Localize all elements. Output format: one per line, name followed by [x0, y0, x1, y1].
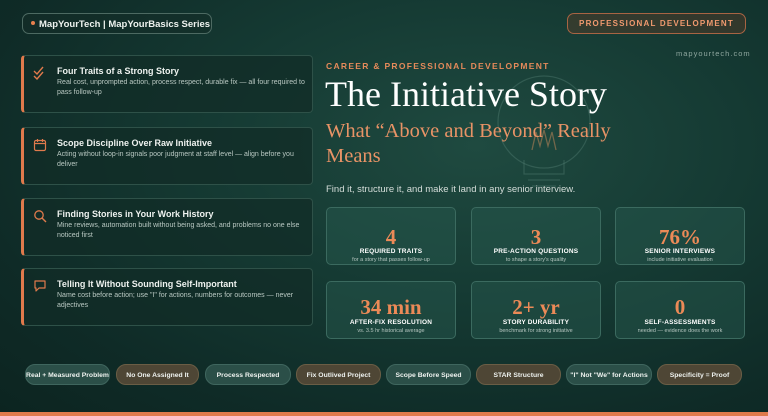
- card-desc: Acting without loop-in signals poor judg…: [57, 151, 294, 168]
- card-four-traits: Four Traits of a Strong Story Real cost,…: [21, 55, 313, 113]
- site-url: mapyourtech.com: [676, 49, 751, 58]
- stat-label: SELF-ASSESSMENTS: [644, 319, 716, 326]
- tag-scope-before-speed: Scope Before Speed: [386, 364, 471, 385]
- stat-label: STORY DURABILITY: [502, 319, 570, 326]
- page-subtitle: What “Above and Beyond” Really Means: [326, 120, 611, 167]
- chat-bubble-icon: [34, 280, 46, 292]
- series-label: MapYourTech | MapYourBasics Series: [39, 19, 211, 30]
- card-scope-discipline: Scope Discipline Over Raw Initiative Act…: [21, 127, 313, 185]
- stat-subtext: vs. 3.5 hr historical average: [357, 328, 425, 334]
- search-icon: [34, 210, 47, 223]
- tag-i-not-we: "I" Not "We" for Actions: [566, 364, 652, 385]
- stat-value: 76%: [659, 225, 701, 249]
- stat-label: REQUIRED TRAITS: [359, 248, 423, 255]
- bottom-accent-bar: [0, 412, 768, 416]
- card-desc: Name cost before action; use "I" for act…: [57, 292, 294, 309]
- stat-subtext: include initiative evaluation: [647, 257, 713, 263]
- card-title: Telling It Without Sounding Self-Importa…: [57, 279, 237, 289]
- stat-label: AFTER-FIX RESOLUTION: [349, 319, 433, 326]
- stat-story-durability: 2+ yr STORY DURABILITY benchmark for str…: [471, 281, 601, 339]
- double-check-icon: [33, 66, 44, 80]
- tag-real-measured-problem: Real + Measured Problem: [25, 364, 110, 385]
- card-title: Four Traits of a Strong Story: [57, 66, 180, 76]
- stat-subtext: for a story that passes follow-up: [352, 257, 430, 263]
- tag-star-structure: STAR Structure: [476, 364, 561, 385]
- calendar-icon: [33, 139, 47, 152]
- stat-label: PRE-ACTION QUESTIONS: [493, 248, 579, 255]
- tag-fix-outlived-project: Fix Outlived Project: [296, 364, 381, 385]
- tag-process-respected: Process Respected: [205, 364, 291, 385]
- stat-after-fix-resolution: 34 min AFTER-FIX RESOLUTION vs. 3.5 hr h…: [326, 281, 456, 339]
- stat-required-traits: 4 REQUIRED TRAITS for a story that passe…: [326, 207, 456, 265]
- card-desc: Mine reviews, automation built without b…: [57, 222, 300, 239]
- stat-value: 0: [674, 295, 686, 319]
- card-title: Finding Stories in Your Work History: [57, 209, 214, 219]
- tag-no-one-assigned: No One Assigned It: [116, 364, 199, 385]
- bullet-dot-icon: [31, 21, 35, 26]
- tag-specificity-proof: Specificity = Proof: [657, 364, 742, 385]
- stat-senior-interviews: 76% SENIOR INTERVIEWS include initiative…: [615, 207, 745, 265]
- card-telling-it: Telling It Without Sounding Self-Importa…: [21, 268, 313, 326]
- stat-subtext: benchmark for strong initiative: [499, 328, 573, 334]
- stat-value: 4: [385, 225, 397, 249]
- stat-subtext: to shape a story's quality: [505, 257, 567, 263]
- stat-label: SENIOR INTERVIEWS: [644, 248, 716, 255]
- stat-subtext: needed — evidence does the work: [637, 328, 723, 334]
- tagline: Find it, structure it, and make it land …: [326, 184, 576, 195]
- stat-value: 2+ yr: [512, 295, 560, 319]
- series-pill: MapYourTech | MapYourBasics Series: [22, 13, 212, 34]
- eyebrow-label: CAREER & PROFESSIONAL DEVELOPMENT: [326, 61, 550, 71]
- category-badge: PROFESSIONAL DEVELOPMENT: [567, 13, 746, 34]
- page-title: The Initiative Story: [325, 74, 607, 114]
- card-title: Scope Discipline Over Raw Initiative: [57, 138, 213, 148]
- stat-value: 3: [530, 225, 542, 249]
- card-desc: Real cost, unprompted action, process re…: [57, 79, 305, 96]
- card-finding-stories: Finding Stories in Your Work History Min…: [21, 198, 313, 256]
- stat-self-assessments: 0 SELF-ASSESSMENTS needed — evidence doe…: [615, 281, 745, 339]
- stat-pre-action-questions: 3 PRE-ACTION QUESTIONS to shape a story'…: [471, 207, 601, 265]
- stat-value: 34 min: [360, 295, 422, 319]
